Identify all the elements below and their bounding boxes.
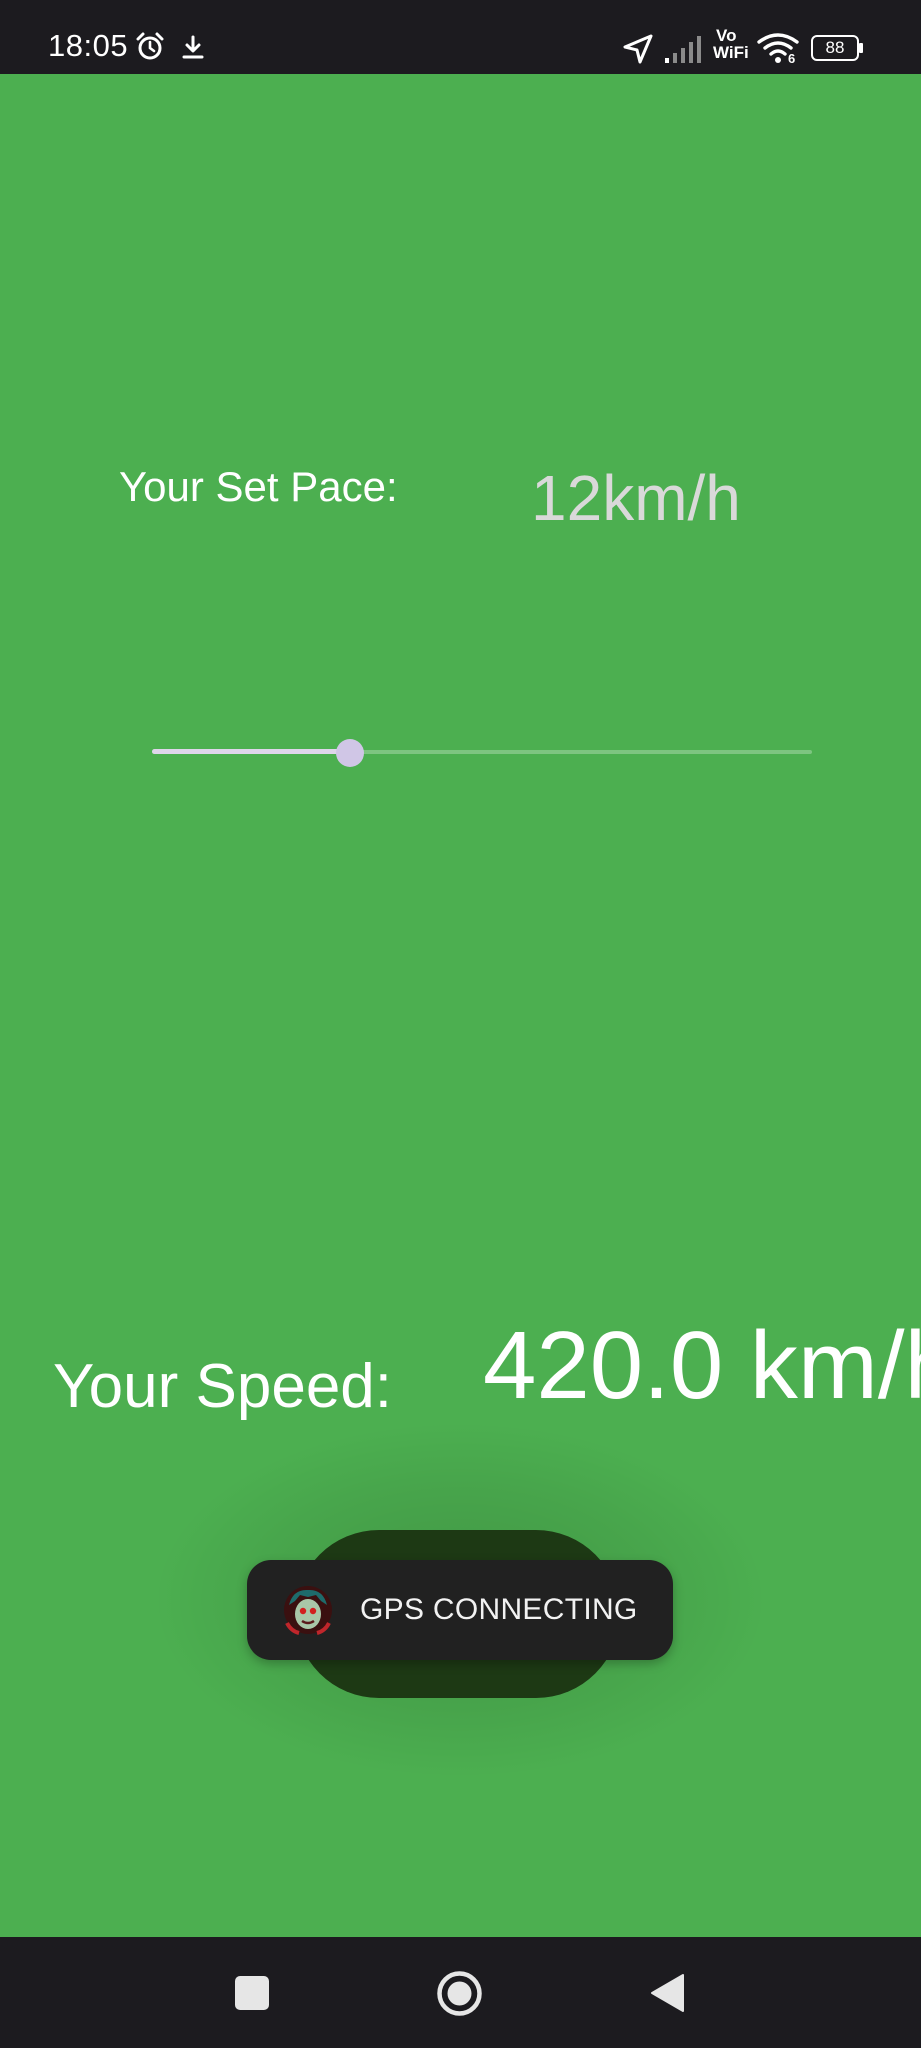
- cell-signal-icon: [665, 36, 701, 63]
- wifi-badge: 6: [788, 51, 796, 66]
- download-icon: [182, 35, 204, 59]
- app-avatar-icon: [284, 1586, 332, 1635]
- status-time: 18:05: [48, 28, 129, 63]
- toast-text: GPS CONNECTING: [360, 1593, 638, 1626]
- battery-icon: 88: [811, 35, 863, 61]
- toast-message: GPS CONNECTING: [247, 1560, 673, 1660]
- set-pace-value: 12km/h: [531, 462, 741, 534]
- vowifi-icon: Vo WiFi: [713, 27, 753, 65]
- back-triangle-icon[interactable]: [649, 1973, 685, 2013]
- navigation-bar: [0, 1937, 921, 2048]
- recents-square-icon[interactable]: [234, 1975, 270, 2011]
- vowifi-top: Vo: [716, 26, 737, 45]
- battery-level: 88: [825, 38, 845, 57]
- pace-slider[interactable]: [152, 739, 812, 767]
- app-screen: 18:05 Vo WiFi 6 88 Your Set Pace: 12km/h…: [0, 0, 921, 2048]
- slider-thumb[interactable]: [336, 739, 364, 767]
- location-arrow-icon: [623, 34, 653, 64]
- status-bar: 18:05 Vo WiFi 6 88: [0, 0, 921, 74]
- speed-label: Your Speed:: [53, 1352, 393, 1421]
- speed-value: 420.0 km/h: [483, 1312, 921, 1419]
- vowifi-bottom: WiFi: [713, 43, 749, 62]
- set-pace-label: Your Set Pace:: [119, 463, 398, 510]
- slider-active-track: [152, 749, 350, 754]
- home-circle-icon[interactable]: [436, 1970, 483, 2017]
- alarm-icon: [136, 32, 164, 60]
